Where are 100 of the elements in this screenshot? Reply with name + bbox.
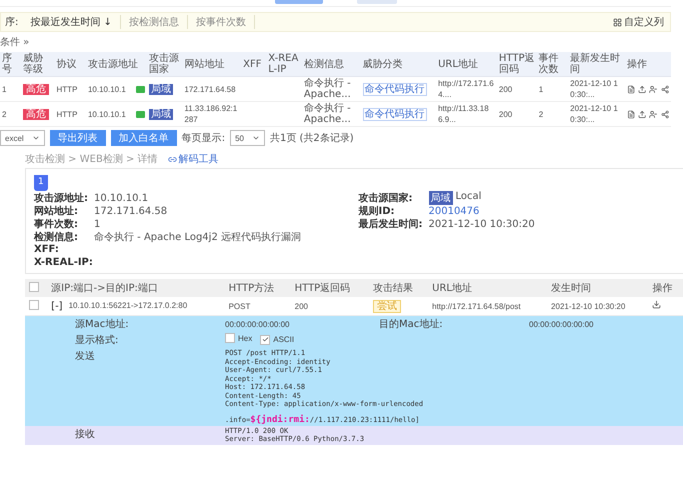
column-header: 威胁分类 [360,52,436,76]
column-header: 检测信息 [302,52,361,76]
source-ip-text: 10.10.10.1 [88,108,126,120]
page-size-select[interactable]: 50 [230,130,265,146]
document-icon[interactable] [626,110,636,118]
field-value: 172.171.64.58 [94,206,168,216]
field-value: 00:00:00:00:00:00 [225,320,291,328]
option-label: ASCII [273,335,294,344]
user-icon[interactable] [649,110,658,118]
column-header: HTTP返回码 [496,52,537,76]
country-badge: 局域 [148,84,173,94]
user-icon[interactable] [649,84,658,94]
field-label: 攻击源地址: [34,192,89,205]
field-label: 检测信息: [34,230,79,244]
field-label: X-REAL-IP: [34,257,94,268]
custom-columns-button[interactable]: 自定义列 [607,14,670,30]
column-header: URL地址 [428,279,548,297]
time-text: 2021-12-10 10:30:... [570,104,618,124]
row-index: 2 [2,110,6,118]
protocol-text: HTTP [56,110,78,118]
sort-label: 序: [4,16,20,29]
flow-text: 10.10.10.1:56221->172.17.0.2:80 [68,300,188,312]
url-text: http://11.33.186.9... [438,104,489,124]
footer-button[interactable]: 导出列表 [50,130,106,146]
share-icon[interactable] [660,110,669,118]
decode-tool-link[interactable]: 解码工具 [168,152,219,166]
column-header: HTTP方法 [224,279,291,297]
checkbox[interactable] [225,333,235,343]
column-header: 源IP:端口->目的IP:端口 [47,279,225,297]
flag-icon [136,86,145,92]
site-address-text: 172.171.64.58 [184,84,236,94]
download-icon[interactable] [652,300,662,309]
field-label: 源Mac地址: [75,318,130,331]
link-icon [168,154,177,164]
chevron-down-icon [32,134,40,142]
document-icon[interactable] [626,84,636,94]
column-header: URL地址 [436,52,497,76]
field-label: XFF: [34,244,60,255]
time-text: 2021-12-10 10:30:... [570,79,618,99]
share-icon[interactable] [660,84,669,94]
url-text: http://172.171.64.58/post [432,302,521,310]
sort-option[interactable]: 按事件次数 [188,15,255,29]
detection-text: 命令执行 - Apache... [304,103,351,125]
upload-icon[interactable] [638,110,646,118]
field-label: 事件次数: [34,218,79,231]
field-label: 网站地址: [34,204,79,218]
flag-icon [136,110,145,118]
upload-icon[interactable] [638,84,646,94]
country-badge: 局域 [428,191,452,205]
checkbox[interactable] [29,300,39,310]
export-format-select[interactable]: excel [0,130,45,146]
option-label: Hex [238,334,252,342]
column-header: 攻击源地址 [86,52,147,76]
http-code-text: 200 [498,84,512,94]
breadcrumb: 攻击检测 > WEB检测 > 详情 [25,152,158,166]
footer-button[interactable]: 加入白名单 [110,130,177,146]
column-header: 协议 [54,52,86,76]
site-address-text: 11.33.186.92:1287 [184,104,238,124]
column-header: 最新发生时间 [568,52,625,76]
checkbox[interactable] [29,282,39,292]
result-badge: 尝试 [372,300,401,313]
sort-option[interactable]: 按最近发生时间 ↓ [22,15,121,29]
column-header: 发生时间 [547,279,648,297]
detection-text: 命令执行 - Apache... [304,78,351,100]
category-tag: 命令代码执行 [362,108,427,120]
sort-option[interactable]: 按检测信息 [120,15,188,29]
time-text: 2021-12-10 10:30:20 [551,302,626,310]
http-code-text: 200 [498,110,512,118]
chevron-down-icon [252,134,260,142]
expand-toggle[interactable]: [-] [51,300,63,312]
column-header: 操作 [648,279,683,297]
detail-tab[interactable]: 1 [34,175,48,191]
field-label: 攻击源国家: [358,191,414,205]
page-info: 共1页 (共2条记录) [270,132,354,145]
source-ip-text: 10.10.10.1 [88,84,126,94]
threat-level-badge: 高危 [22,108,49,120]
category-tag: 命令代码执行 [362,82,427,96]
column-header: 事件次数 [536,52,568,76]
column-header: HTTP返回码 [290,279,369,297]
column-header: 威胁等级 [20,52,55,76]
rule-id-link[interactable]: 20010476 [428,206,683,216]
field-value: 1 [94,218,102,230]
column-header: 攻击结果 [368,279,428,297]
row-index: 1 [2,84,6,94]
field-label: 接收 [75,428,96,442]
checkbox[interactable] [260,334,270,344]
field-value: Local [456,191,482,204]
event-count-text: 2 [538,110,544,118]
method-text: POST [228,302,250,310]
filter-toggle[interactable]: 条件 » [0,32,30,52]
field-label: 显示格式: [75,334,120,347]
column-header: 操作 [624,52,671,76]
http-code-text: 200 [294,302,308,310]
column-header: XFF [241,52,266,76]
column-header: 序号 [0,52,21,76]
url-text: http://172.171.64.... [438,79,494,99]
page-size-label: 每页显示: [182,132,226,145]
field-value: 命令执行 - Apache Log4j2 远程代码执行漏洞 [94,230,302,244]
protocol-text: HTTP [56,84,78,94]
field-label: 发送 [75,350,96,364]
